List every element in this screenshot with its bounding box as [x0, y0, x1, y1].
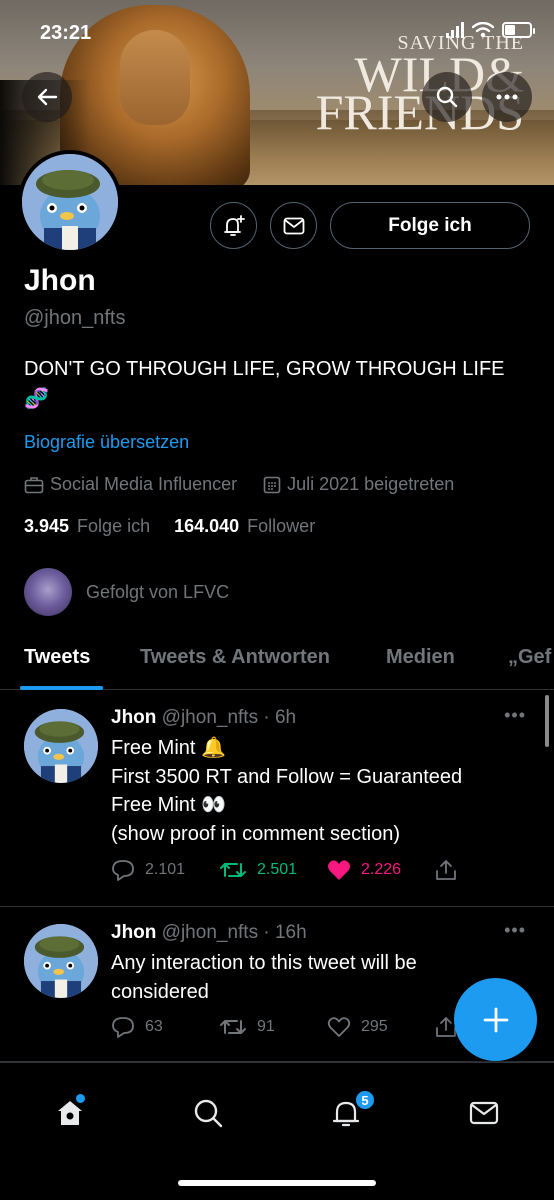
reply-action[interactable]: 63 — [111, 1016, 219, 1038]
user-handle: @jhon_nfts — [24, 307, 126, 329]
retweet-action[interactable]: 91 — [219, 1017, 327, 1037]
signal-icon — [446, 22, 464, 38]
heart-outline-icon — [327, 1017, 351, 1037]
home-unread-dot — [76, 1094, 85, 1103]
followers-count[interactable]: 164.040 — [174, 516, 239, 537]
wifi-icon — [472, 22, 494, 38]
display-name: Jhon — [24, 264, 96, 297]
following-button[interactable]: Folge ich — [330, 202, 530, 249]
retweet-count: 91 — [257, 1018, 275, 1035]
join-date: Juli 2021 beigetreten — [287, 474, 455, 494]
plus-icon — [483, 1007, 508, 1032]
status-icons — [446, 22, 535, 38]
retweet-action[interactable]: 2.501 — [219, 860, 327, 880]
compose-tweet-button[interactable] — [454, 978, 537, 1061]
banner-lion-face — [120, 30, 190, 125]
nav-search[interactable] — [188, 1093, 228, 1133]
tab-tweets-replies[interactable]: Tweets & Antworten — [140, 646, 330, 669]
profile-meta: Social Media Influencer Juli 2021 beiget… — [24, 474, 454, 495]
tweet-card[interactable]: Jhon @jhon_nfts · 6h ••• Free Mint 🔔 Fir… — [0, 691, 554, 907]
tweet-more-button[interactable]: ••• — [504, 920, 526, 941]
battery-icon — [502, 22, 535, 38]
dna-emoji: 🧬 — [24, 388, 49, 410]
calendar-icon — [263, 476, 281, 493]
reply-icon — [112, 860, 134, 881]
status-time: 23:21 — [40, 22, 92, 44]
profile-category: Social Media Influencer — [50, 474, 238, 494]
scrollbar[interactable] — [545, 695, 549, 747]
tab-likes[interactable]: „Gef — [508, 646, 551, 669]
tweet-header: Jhon @jhon_nfts · 6h — [111, 707, 296, 729]
heart-filled-icon — [328, 860, 350, 880]
tweet-time: · 16h — [263, 922, 307, 943]
reply-action[interactable]: 2.101 — [111, 859, 219, 881]
search-icon — [194, 1099, 223, 1128]
retweet-icon — [220, 1020, 246, 1034]
arrow-left-icon — [37, 88, 58, 106]
followed-by-text: Gefolgt von LFVC — [86, 581, 230, 602]
tweet-author-name[interactable]: Jhon — [111, 707, 156, 728]
share-icon — [436, 860, 456, 880]
reply-count: 2.101 — [145, 861, 186, 878]
home-indicator[interactable] — [178, 1180, 376, 1186]
profile-tabs: Tweets Tweets & Antworten Medien „Gef — [0, 630, 554, 690]
nav-home[interactable] — [50, 1093, 90, 1133]
nav-messages[interactable] — [464, 1093, 504, 1133]
tweet-line: Any interaction to this tweet will be — [111, 952, 417, 974]
tweet-line: (show proof in comment section) — [111, 822, 401, 845]
reply-icon — [112, 1017, 134, 1038]
reply-count: 63 — [145, 1018, 163, 1035]
bio-text: DON'T GO THROUGH LIFE, GROW THROUGH LIFE — [24, 358, 505, 380]
tweet-more-button[interactable]: ••• — [504, 705, 526, 726]
more-horizontal-icon — [496, 94, 518, 100]
tweet-text: Free Mint 🔔 First 3500 RT and Follow = G… — [111, 734, 531, 848]
translate-bio-link[interactable]: Biografie übersetzen — [24, 432, 189, 453]
like-count: 295 — [361, 1018, 388, 1035]
like-count: 2.226 — [361, 861, 402, 878]
search-icon — [436, 86, 458, 108]
tweet-actions: 2.101 2.501 2.226 — [111, 859, 457, 881]
tweet-time: · 6h — [263, 707, 297, 728]
tab-tweets[interactable]: Tweets — [24, 646, 90, 669]
followers-label[interactable]: Follower — [247, 516, 315, 537]
following-label[interactable]: Folge ich — [77, 516, 150, 537]
tweet-header: Jhon @jhon_nfts · 16h — [111, 922, 307, 944]
like-action[interactable]: 295 — [327, 1016, 435, 1038]
message-button[interactable] — [270, 202, 317, 249]
tweet-line: First 3500 RT and Follow = Guaranteed — [111, 765, 463, 788]
active-tab-indicator — [20, 686, 103, 690]
mail-icon — [283, 217, 304, 234]
tweet-avatar[interactable] — [24, 924, 98, 998]
mail-icon — [469, 1101, 499, 1125]
retweet-count: 2.501 — [257, 861, 298, 878]
more-options-button[interactable] — [482, 72, 532, 122]
notification-badge: 5 — [354, 1089, 376, 1111]
profile-bio: DON'T GO THROUGH LIFE, GROW THROUGH LIFE… — [24, 354, 524, 414]
retweet-icon — [220, 863, 246, 877]
share-action[interactable] — [435, 859, 457, 881]
tweet-actions: 63 91 295 — [111, 1016, 457, 1038]
tweet-author-name[interactable]: Jhon — [111, 922, 156, 943]
briefcase-icon — [24, 476, 44, 493]
tweet-line: Free Mint 👀 — [111, 794, 226, 816]
tweet-line: Free Mint 🔔 — [111, 737, 226, 759]
tweet-avatar[interactable] — [24, 709, 98, 783]
tweet-author-handle: @jhon_nfts — [161, 922, 259, 943]
bell-plus-icon — [223, 214, 245, 236]
search-button[interactable] — [422, 72, 472, 122]
follow-counts: 3.945 Folge ich 164.040 Follower — [24, 516, 315, 537]
follower-avatar — [24, 568, 72, 616]
following-count[interactable]: 3.945 — [24, 516, 69, 537]
like-action[interactable]: 2.226 — [327, 859, 435, 881]
tweet-author-handle: @jhon_nfts — [161, 707, 259, 728]
back-button[interactable] — [22, 72, 72, 122]
followed-by-row[interactable]: Gefolgt von LFVC — [24, 568, 229, 616]
penguin-avatar-image — [24, 709, 98, 783]
profile-actions: Folge ich — [0, 202, 554, 250]
notify-button[interactable] — [210, 202, 257, 249]
penguin-avatar-image — [24, 924, 98, 998]
tab-media[interactable]: Medien — [386, 646, 455, 669]
